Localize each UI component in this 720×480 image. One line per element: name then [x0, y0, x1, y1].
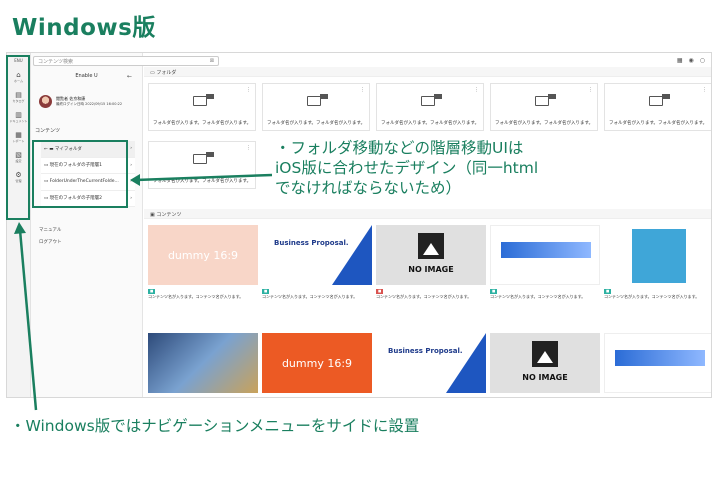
more-icon[interactable]: ⋮: [246, 87, 251, 93]
folder-card-label: フォルダ名が入ります。フォルダ名が入ります。: [153, 179, 252, 184]
content-thumbnail: dummy 16:9: [262, 333, 372, 393]
content-name: コンテンツ名が入ります。コンテンツ名が入ります。: [604, 294, 700, 299]
user-name: 佐京和康: [69, 95, 86, 101]
page-title: Windows版: [12, 15, 156, 41]
folder-card[interactable]: ⋮ フォルダ名が入ります。フォルダ名が入ります。: [490, 83, 598, 131]
user-icon[interactable]: ○: [700, 57, 705, 64]
content-section-header: ▣ コンテンツ: [144, 209, 711, 219]
more-icon[interactable]: ⋮: [360, 87, 365, 93]
content-card[interactable]: Business Proposal.: [376, 333, 486, 397]
content-thumbnail: dummy 16:9: [148, 225, 258, 285]
folder-card-label: フォルダ名が入ります。フォルダ名が入ります。: [495, 121, 594, 126]
content-thumbnail: Business Proposal.: [262, 225, 372, 285]
content-section-label: コンテンツ: [156, 212, 182, 218]
content-name: コンテンツ名が入ります。コンテンツ名が入ります。: [262, 294, 358, 299]
content-meta: ■ コンテンツ名が入ります。コンテンツ名が入ります。: [604, 288, 711, 299]
contents-heading: コンテンツ: [35, 128, 61, 134]
folder-card-label: フォルダ名が入ります。フォルダ名が入ります。: [381, 121, 480, 126]
clear-icon[interactable]: ⊠: [210, 58, 214, 64]
content-thumbnail: NO IMAGE: [376, 225, 486, 285]
content-card[interactable]: dummy 16:9: [262, 333, 372, 397]
content-card[interactable]: Business Proposal. ■ コンテンツ名が入ります。コンテンツ名が入り…: [262, 225, 372, 325]
folder-icon: [535, 94, 556, 106]
folder-card-label: フォルダ名が入ります。フォルダ名が入ります。: [153, 121, 252, 126]
folder-card-label: フォルダ名が入ります。フォルダ名が入ります。: [609, 121, 708, 126]
annotation-line: ・フォルダ移動などの階層移動UIは: [275, 139, 524, 157]
avatar: [39, 94, 52, 108]
content-meta: ■ コンテンツ名が入ります。コンテンツ名が入ります。: [376, 288, 486, 299]
content-card[interactable]: ■ コンテンツ名が入ります。コンテンツ名が入ります。: [490, 225, 600, 325]
side-panel: コンテンツ検索 ⊠ Enable U ← 閲覧者 佐京和康 最終ログイン日時 2…: [31, 53, 219, 397]
nav-rail-highlight: [6, 55, 30, 220]
grid-icon[interactable]: ▦: [677, 57, 683, 64]
more-icon[interactable]: ⋮: [702, 87, 707, 93]
content-thumbnail: [490, 225, 600, 285]
more-icon[interactable]: ⋮: [588, 87, 593, 93]
bell-icon[interactable]: ◉: [689, 57, 694, 64]
folder-section-label: フォルダ: [156, 70, 177, 76]
content-thumbnail: Business Proposal.: [376, 333, 486, 393]
content-meta: ■ コンテンツ名が入ります。コンテンツ名が入ります。: [262, 288, 372, 299]
content-card[interactable]: [148, 333, 258, 397]
annotation-nav: ・Windows版ではナビゲーションメニューをサイドに設置: [10, 417, 420, 435]
content-meta: ■ コンテンツ名が入ります。コンテンツ名が入ります。: [148, 288, 258, 299]
content-name: コンテンツ名が入ります。コンテンツ名が入ります。: [490, 294, 586, 299]
content-card[interactable]: dummy 16:9 ■ コンテンツ名が入ります。コンテンツ名が入ります。: [148, 225, 258, 325]
folder-icon: [649, 94, 670, 106]
more-icon[interactable]: ⋮: [246, 145, 251, 151]
folder-card[interactable]: ⋮ フォルダ名が入ります。フォルダ名が入ります。: [604, 83, 711, 131]
collapse-icon[interactable]: ←: [127, 73, 132, 80]
user-role: 閲覧者: [56, 95, 68, 101]
content-name: コンテンツ名が入ります。コンテンツ名が入ります。: [148, 294, 244, 299]
content-thumbnail: [604, 333, 711, 393]
content-thumbnail: [604, 225, 711, 285]
folder-icon: [193, 152, 214, 164]
search-placeholder: コンテンツ検索: [38, 59, 74, 65]
user-card[interactable]: 閲覧者 佐京和康 最終ログイン日時 2022/09/15 16:00:22: [39, 91, 137, 111]
panel-header: Enable U: [75, 73, 98, 79]
logout-link[interactable]: ログアウト: [39, 239, 62, 245]
annotation-line: iOS版に合わせたデザイン（同一html: [275, 159, 539, 177]
content-card[interactable]: [604, 333, 711, 397]
content-card[interactable]: NO IMAGE: [490, 333, 600, 397]
folder-card[interactable]: ⋮ フォルダ名が入ります。フォルダ名が入ります。: [148, 83, 256, 131]
app-window: ENU ⌂ ホーム ▤ カタログ ▥ ドキュメント ▦ レポート ▧ 設定 ⚙ 管理 コンテンツ検索 …: [6, 52, 712, 398]
folder-card[interactable]: ⋮ フォルダ名が入ります。フォルダ名が入ります。: [262, 83, 370, 131]
folder-icon: [193, 94, 214, 106]
folder-card[interactable]: ⋮ フォルダ名が入ります。フォルダ名が入ります。: [148, 141, 256, 189]
chevron-right-icon: ›: [130, 162, 132, 168]
last-login: 最終ログイン日時 2022/09/15 16:00:22: [56, 101, 123, 106]
chevron-right-icon: ›: [130, 146, 132, 152]
folder-icon: [421, 94, 442, 106]
content-card[interactable]: NO IMAGE ■ コンテンツ名が入ります。コンテンツ名が入ります。: [376, 225, 486, 325]
more-icon[interactable]: ⋮: [474, 87, 479, 93]
content-thumbnail: [148, 333, 258, 393]
search-input[interactable]: コンテンツ検索 ⊠: [33, 56, 219, 66]
content-name: コンテンツ名が入ります。コンテンツ名が入ります。: [376, 294, 472, 299]
manual-link[interactable]: マニュアル: [39, 227, 61, 233]
folder-card-label: フォルダ名が入ります。フォルダ名が入ります。: [267, 121, 366, 126]
top-icons: ▦ ◉ ○: [677, 57, 705, 64]
folder-ui-highlight: [32, 140, 128, 208]
folder-section-header: ▭ フォルダ: [144, 67, 711, 77]
content-meta: ■ コンテンツ名が入ります。コンテンツ名が入ります。: [490, 288, 600, 299]
annotation-line: でなければならないため）: [275, 179, 462, 197]
main-area: ▦ ◉ ○ ▭ フォルダ ⋮ フォルダ名が入ります。フォルダ名が入ります。 ⋮ フォル…: [144, 53, 711, 397]
chevron-right-icon: ›: [130, 179, 132, 185]
annotation-folder-ui: ・フォルダ移動などの階層移動UIは iOS版に合わせたデザイン（同一html でなけ…: [275, 138, 538, 198]
content-card[interactable]: ■ コンテンツ名が入ります。コンテンツ名が入ります。: [604, 225, 711, 325]
folder-card[interactable]: ⋮ フォルダ名が入ります。フォルダ名が入ります。: [376, 83, 484, 131]
chevron-right-icon: ›: [130, 195, 132, 201]
folder-icon: [307, 94, 328, 106]
content-thumbnail: NO IMAGE: [490, 333, 600, 393]
